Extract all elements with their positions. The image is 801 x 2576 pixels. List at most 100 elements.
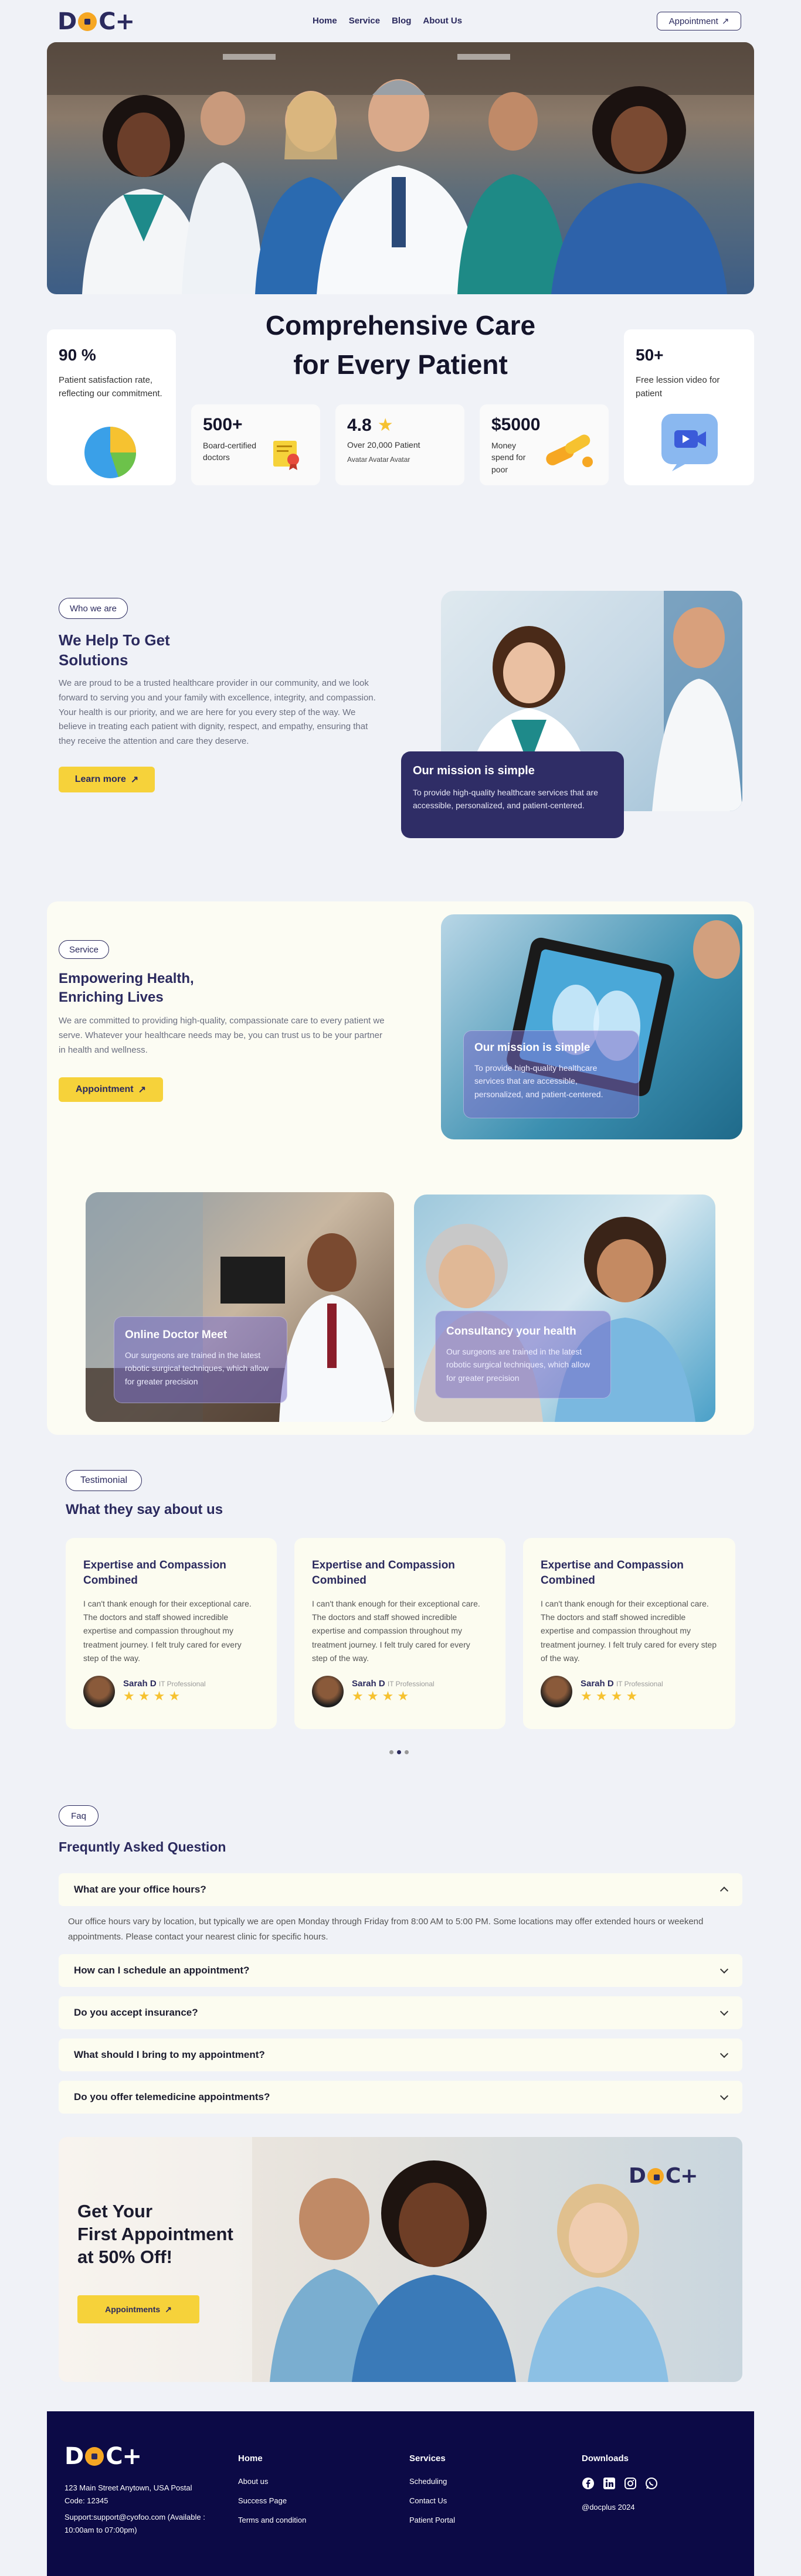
faq-item-schedule[interactable]: How can I schedule an appointment? <box>59 1954 742 1987</box>
arrow-up-right-icon: ↗ <box>138 1085 147 1095</box>
avatar: Avatar <box>368 455 389 464</box>
footer-address: 123 Main Street Anytown, USA Postal Code… <box>65 2483 192 2506</box>
avatar <box>312 1675 344 1707</box>
chevron-down-icon <box>719 2091 729 2101</box>
cta-title: Get Your First Appointment at 50% Off! <box>77 2200 233 2268</box>
cta-title-line2: First Appointment <box>77 2223 233 2244</box>
stat-videos-value: 50+ <box>636 346 664 364</box>
avatar <box>541 1675 572 1707</box>
arrow-up-right-icon: ↗ <box>165 2304 172 2314</box>
footer-logo[interactable]: D C+ <box>65 2443 142 2470</box>
footer-support: Support:support@cyofoo.com (Available : … <box>65 2513 205 2535</box>
arrow-up-right-icon: ↗ <box>130 775 139 785</box>
consultancy-title: Consultancy your health <box>446 1325 576 1338</box>
chevron-up-icon <box>719 1886 729 1896</box>
nav-about-us[interactable]: About Us <box>423 16 462 26</box>
nav-service[interactable]: Service <box>349 16 380 26</box>
cta-appointments-label: Appointments <box>105 2305 161 2314</box>
stat-card-money: $5000 Money spend for poor <box>480 404 609 485</box>
stat-card-rating: 4.8 ★ Over 20,000 Patient Avatar Avatar … <box>335 404 464 485</box>
avatar: Avatar <box>389 455 410 464</box>
pills-icon <box>541 431 597 475</box>
testimonial-card-body: I can't thank enough for their exception… <box>541 1599 717 1663</box>
instagram-icon[interactable] <box>624 2477 637 2490</box>
avatar-group: Avatar Avatar Avatar <box>347 455 453 464</box>
appointment-nav-button[interactable]: Appointment ↗ <box>657 12 741 30</box>
carousel-dot[interactable] <box>389 1750 393 1754</box>
testimonial-card-body: I can't thank enough for their exception… <box>83 1599 252 1663</box>
faq-question: What should I bring to my appointment? <box>74 2049 265 2060</box>
faq-item-bring[interactable]: What should I bring to my appointment? <box>59 2039 742 2071</box>
footer-downloads-title: Downloads <box>582 2454 629 2463</box>
learn-more-button[interactable]: Learn more ↗ <box>59 767 155 792</box>
service-appointment-button[interactable]: Appointment ↗ <box>59 1077 163 1102</box>
appointment-nav-label: Appointment <box>668 16 718 26</box>
service-title: Empowering Health, Enriching Lives <box>59 969 194 1008</box>
testimonial-name: Sarah D <box>581 1679 614 1689</box>
faq-title: Frequntly Asked Question <box>59 1839 226 1854</box>
footer-link-contact-us[interactable]: Contact Us <box>409 2496 455 2505</box>
stat-satisfaction-value: 90 % <box>59 346 96 364</box>
footer-services-title: Services <box>409 2454 446 2463</box>
faq-question: How can I schedule an appointment? <box>74 1965 250 1976</box>
testimonial-card: Expertise and Compassion Combined I can'… <box>523 1538 735 1729</box>
faq-item-telemedicine[interactable]: Do you offer telemedicine appointments? <box>59 2081 742 2114</box>
faq-answer: Our office hours vary by location, but t… <box>68 1917 704 1942</box>
logo[interactable]: D C+ <box>57 8 135 35</box>
help-title-line2: Solutions <box>59 651 128 669</box>
testimonial-name: Sarah D <box>123 1679 157 1689</box>
stat-doctors-text: Board-certified doctors <box>203 441 257 462</box>
hero-doctors-image <box>47 42 754 294</box>
footer-link-scheduling[interactable]: Scheduling <box>409 2477 455 2486</box>
carousel-dots <box>389 1750 409 1754</box>
pie-chart-icon <box>83 426 137 482</box>
help-body: We are proud to be a trusted healthcare … <box>59 678 376 746</box>
footer-link-success-page[interactable]: Success Page <box>238 2496 306 2505</box>
footer-home-title: Home <box>238 2454 263 2463</box>
service-title-line2: Enriching Lives <box>59 989 164 1006</box>
stat-card-videos: 50+ Free lession video for patient <box>624 329 754 485</box>
testimonial-title: What they say about us <box>66 1502 223 1517</box>
mission-title: Our mission is simple <box>413 764 535 777</box>
linkedin-icon[interactable] <box>603 2477 616 2490</box>
cta-title-line1: Get Your <box>77 2201 153 2221</box>
rating-stars-icon: ★ ★ ★ ★ <box>581 1689 638 1704</box>
main-nav: Home Service Blog About Us <box>313 16 462 26</box>
facebook-icon[interactable] <box>582 2477 595 2490</box>
footer-copyright: @docplus 2024 <box>582 2503 635 2512</box>
online-doctor-body: Our surgeons are trained in the latest r… <box>125 1350 269 1386</box>
cta-appointments-button[interactable]: Appointments ↗ <box>77 2295 199 2323</box>
chevron-down-icon <box>719 1965 729 1974</box>
stat-rating-value: 4.8 <box>347 415 372 435</box>
online-doctor-card: Online Doctor Meet Our surgeons are trai… <box>114 1316 287 1403</box>
faq-item-office-hours[interactable]: What are your office hours? <box>59 1873 742 1906</box>
nav-home[interactable]: Home <box>313 16 337 26</box>
learn-more-label: Learn more <box>74 774 126 784</box>
logo-mark-icon <box>647 2167 664 2184</box>
footer-link-about-us[interactable]: About us <box>238 2477 306 2486</box>
stat-card-satisfaction: 90 % Patient satisfaction rate, reflecti… <box>47 329 176 485</box>
carousel-dot[interactable] <box>397 1750 401 1754</box>
service-pill: Service <box>59 940 109 959</box>
stat-videos-text: Free lession video for patient <box>636 375 720 399</box>
service-body: We are committed to providing high-quali… <box>59 1016 385 1055</box>
online-doctor-title: Online Doctor Meet <box>125 1329 228 1341</box>
cta-title-line3: at 50% Off! <box>77 2246 172 2267</box>
hero-team-illustration <box>47 42 754 294</box>
testimonial-card-body: I can't thank enough for their exception… <box>312 1599 480 1663</box>
footer-link-patient-portal[interactable]: Patient Portal <box>409 2516 455 2524</box>
stat-card-doctors: 500+ Board-certified doctors <box>191 404 320 485</box>
footer-link-terms[interactable]: Terms and condition <box>238 2516 306 2524</box>
video-camera-icon <box>659 411 720 475</box>
mission-card: Our mission is simple To provide high-qu… <box>401 751 624 838</box>
whatsapp-icon[interactable] <box>645 2477 658 2490</box>
rating-stars-icon: ★ ★ ★ ★ <box>123 1689 181 1704</box>
faq-pill: Faq <box>59 1805 99 1826</box>
nav-blog[interactable]: Blog <box>392 16 411 26</box>
help-title: We Help To Get Solutions <box>59 631 170 671</box>
testimonial-role: IT Professional <box>387 1680 435 1689</box>
carousel-dot[interactable] <box>405 1750 409 1754</box>
faq-item-insurance[interactable]: Do you accept insurance? <box>59 1996 742 2029</box>
service-mission-title: Our mission is simple <box>474 1042 590 1054</box>
stat-rating-text: Over 20,000 Patient <box>347 440 420 450</box>
